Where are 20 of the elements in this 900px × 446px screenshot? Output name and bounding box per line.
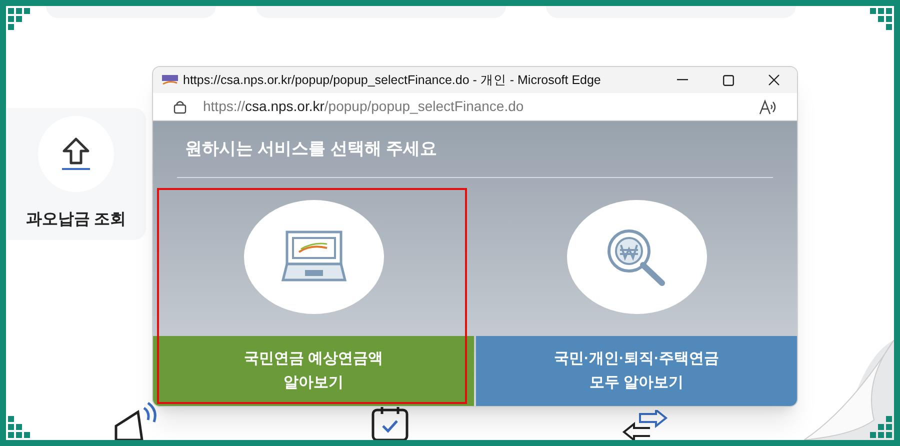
lock-icon: [173, 100, 187, 114]
page-curl-icon: [804, 340, 894, 440]
window-title: https://csa.nps.or.kr/popup/popup_selectFinance.do - 개인 - Microsoft Edge: [183, 72, 602, 89]
close-icon: [768, 74, 780, 86]
upload-icon: [61, 136, 91, 172]
menu-card[interactable]: 과오납금 조회: [6, 108, 146, 240]
option-label: 국민연금 예상연금액 알아보기: [244, 349, 384, 393]
swap-arrows-icon: [622, 410, 668, 440]
megaphone-icon: [112, 400, 158, 440]
service-option[interactable]: 국민·개인·퇴직·주택연금 모두 알아보기: [476, 178, 797, 406]
maximize-icon: [722, 74, 734, 86]
site-favicon-icon: [161, 74, 179, 86]
service-heading: 원하시는 서비스를 선택해 주세요: [185, 138, 438, 160]
menu-label: 과오납금 조회: [26, 210, 126, 230]
url-text: https://csa.nps.or.kr/popup/popup_selectFinance.do: [203, 97, 525, 116]
laptop-icon: [280, 230, 346, 284]
read-aloud-icon: [759, 98, 777, 114]
address-bar[interactable]: https://csa.nps.or.kr/popup/popup_selectFinance.do: [153, 93, 797, 121]
option-label: 국민·개인·퇴직·주택연금 모두 알아보기: [554, 349, 719, 393]
minimize-icon: [676, 79, 688, 81]
